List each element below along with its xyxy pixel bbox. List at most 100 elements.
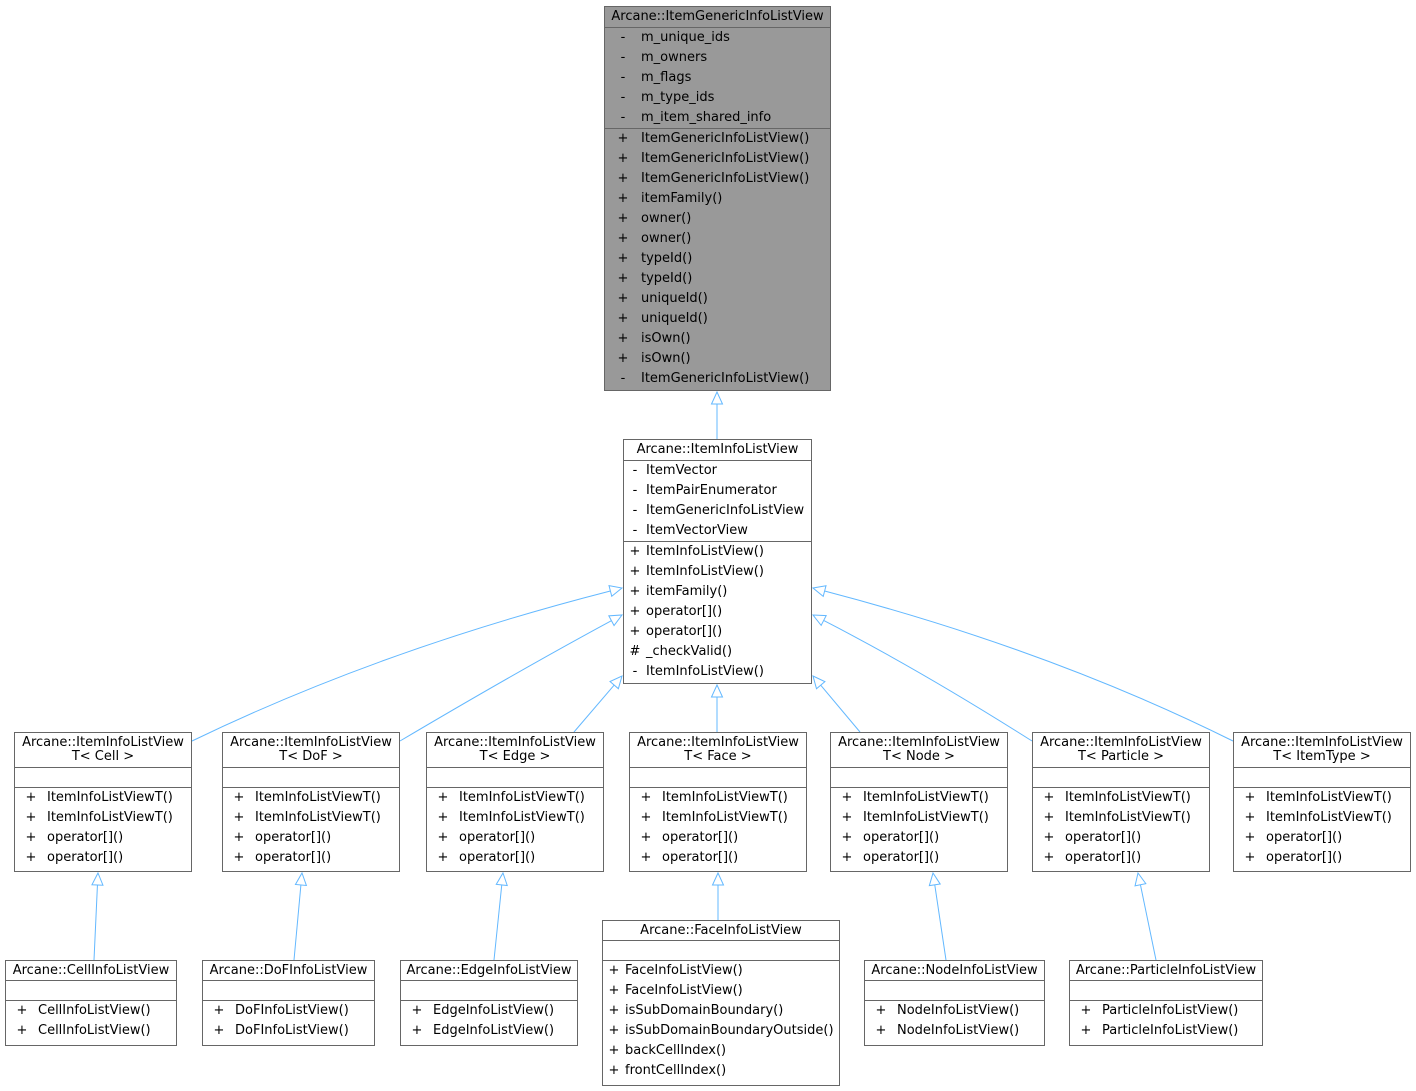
inheritance-arrowhead-icon — [608, 614, 624, 627]
visibility-marker: + — [25, 850, 37, 865]
method-row: + ItemInfoListView() — [624, 562, 811, 582]
class-node-node[interactable]: Arcane::NodeInfoListView + NodeInfoListVie… — [864, 960, 1045, 1046]
method-name: operator[]() — [459, 830, 536, 845]
class-node-t-cell[interactable]: Arcane::ItemInfoListView T< Cell > + ItemI… — [14, 732, 192, 872]
method-row: + operator[]() — [223, 828, 399, 848]
visibility-marker: + — [640, 830, 652, 845]
visibility-marker: + — [608, 1043, 620, 1058]
visibility-marker: + — [1244, 850, 1256, 865]
class-title: Arcane::ItemInfoListView T< Edge > — [427, 733, 603, 768]
class-node-t-itemtype[interactable]: Arcane::ItemInfoListView T< ItemType >+ I… — [1233, 732, 1411, 872]
class-node-t-particle[interactable]: Arcane::ItemInfoListView T< Particle >+ I… — [1032, 732, 1210, 872]
method-name: frontCellIndex() — [625, 1063, 727, 1078]
method-name: ParticleInfoListView() — [1102, 1003, 1239, 1018]
class-node-base[interactable]: Arcane::ItemInfoListView- ItemVector- Item… — [623, 439, 812, 684]
inheritance-edge-t-dof-to-base — [399, 620, 612, 742]
class-node-t-edge[interactable]: Arcane::ItemInfoListView T< Edge >+ ItemI… — [426, 732, 604, 872]
class-title: Arcane::ParticleInfoListView — [1070, 961, 1262, 981]
visibility-marker: + — [617, 191, 629, 206]
inheritance-edge-t-node-to-base — [820, 684, 861, 733]
inheritance-arrowhead-icon — [91, 871, 104, 886]
method-name: typeId() — [641, 251, 693, 266]
visibility-marker: - — [620, 110, 626, 125]
visibility-marker: - — [620, 70, 626, 85]
method-name: NodeInfoListView() — [897, 1003, 1020, 1018]
method-row: + ParticleInfoListView() — [1070, 1001, 1262, 1021]
visibility-marker: + — [16, 1003, 28, 1018]
class-node-t-dof[interactable]: Arcane::ItemInfoListView T< DoF > + ItemIn… — [222, 732, 400, 872]
visibility-marker: - — [632, 463, 638, 478]
attributes-section — [831, 768, 1007, 788]
method-name: ItemInfoListView() — [646, 564, 764, 579]
method-row: + ItemInfoListViewT() — [427, 808, 603, 828]
methods-section: + ItemInfoListViewT() + ItemInfoListViewT()… — [831, 788, 1007, 868]
visibility-marker: + — [640, 810, 652, 825]
class-node-dof[interactable]: Arcane::DoFInfoListView + DoFInfoListView(… — [202, 960, 375, 1046]
visibility-marker: + — [1080, 1023, 1092, 1038]
method-name: owner() — [641, 231, 692, 246]
class-node-t-node[interactable]: Arcane::ItemInfoListView T< Node >+ ItemI… — [830, 732, 1008, 872]
methods-section: + EdgeInfoListView() + EdgeInfoListView() — [401, 1001, 577, 1041]
class-node-cell[interactable]: Arcane::CellInfoListView + CellInfoListVie… — [5, 960, 177, 1046]
visibility-marker: + — [617, 171, 629, 186]
method-row: # _checkValid() — [624, 642, 811, 662]
inheritance-arrowhead-icon — [711, 871, 725, 886]
visibility-marker: + — [233, 810, 245, 825]
method-name: operator[]() — [646, 604, 723, 619]
method-row: + ItemInfoListViewT() — [1234, 808, 1410, 828]
visibility-marker: + — [841, 790, 853, 805]
method-row: + ItemInfoListView() — [624, 542, 811, 562]
method-row: + ItemInfoListViewT() — [223, 808, 399, 828]
class-title: Arcane::ItemInfoListView T< ItemType > — [1234, 733, 1410, 768]
visibility-marker: + — [608, 1063, 620, 1078]
method-row: + operator[]() — [1234, 848, 1410, 868]
visibility-marker: + — [1043, 830, 1055, 845]
inheritance-edge-node-to-t-node — [934, 884, 947, 961]
visibility-marker: + — [437, 830, 449, 845]
method-name: backCellIndex() — [625, 1043, 727, 1058]
attributes-section: - m_unique_ids - m_owners - m_flags - m_type_id… — [605, 28, 830, 129]
class-node-particle[interactable]: Arcane::ParticleInfoListView + ParticleInf… — [1069, 960, 1263, 1046]
class-title: Arcane::ItemInfoListView T< Cell > — [15, 733, 191, 768]
method-name: _checkValid() — [646, 644, 733, 659]
method-name: operator[]() — [646, 624, 723, 639]
visibility-marker: + — [1043, 790, 1055, 805]
inheritance-arrowhead-icon — [1134, 871, 1147, 887]
visibility-marker: + — [629, 624, 641, 639]
class-title: Arcane::EdgeInfoListView — [401, 961, 577, 981]
visibility-marker: + — [875, 1003, 887, 1018]
class-title: Arcane::ItemInfoListView — [624, 440, 811, 461]
visibility-marker: + — [437, 810, 449, 825]
attribute-name: ItemVector — [646, 463, 718, 478]
inheritance-arrowhead-icon — [811, 614, 827, 627]
method-name: operator[]() — [1266, 830, 1343, 845]
visibility-marker: + — [437, 850, 449, 865]
attribute-name: m_flags — [641, 70, 692, 85]
class-title: Arcane::ItemInfoListView T< Node > — [831, 733, 1007, 768]
class-node-edge[interactable]: Arcane::EdgeInfoListView+ EdgeInfoListVie… — [400, 960, 578, 1046]
class-node-t-face[interactable]: Arcane::ItemInfoListView T< Face > + ItemI… — [629, 732, 807, 872]
method-name: ItemInfoListViewT() — [255, 810, 381, 825]
method-name: ItemInfoListViewT() — [255, 790, 381, 805]
class-node-face[interactable]: Arcane::FaceInfoListView + FaceInfoListVie… — [602, 920, 840, 1086]
inheritance-edge-particle-to-t-particle — [1139, 884, 1157, 961]
visibility-marker: + — [617, 331, 629, 346]
method-row: + ItemInfoListViewT() — [630, 808, 806, 828]
method-row: + NodeInfoListView() — [865, 1021, 1044, 1041]
method-row: + ItemInfoListViewT() — [1033, 788, 1209, 808]
methods-section: + ItemInfoListViewT() + ItemInfoListViewT()… — [1234, 788, 1410, 868]
visibility-marker: + — [411, 1023, 423, 1038]
method-name: operator[]() — [47, 830, 124, 845]
method-name: operator[]() — [863, 830, 940, 845]
class-node-generic[interactable]: Arcane::ItemGenericInfoListView - m_unique… — [604, 6, 831, 391]
methods-section: + ItemInfoListViewT() + ItemInfoListViewT()… — [1033, 788, 1209, 868]
visibility-marker: + — [629, 564, 641, 579]
class-title: Arcane::ItemInfoListView T< Particle > — [1033, 733, 1209, 768]
visibility-marker: + — [233, 850, 245, 865]
visibility-marker: + — [213, 1023, 225, 1038]
visibility-marker: + — [16, 1023, 28, 1038]
method-row: + isSubDomainBoundaryOutside() — [603, 1021, 839, 1041]
attribute-row: - ItemVectorView — [624, 521, 811, 541]
method-row: + ItemGenericInfoListView() — [605, 169, 830, 189]
method-name: DoFInfoListView() — [235, 1003, 349, 1018]
